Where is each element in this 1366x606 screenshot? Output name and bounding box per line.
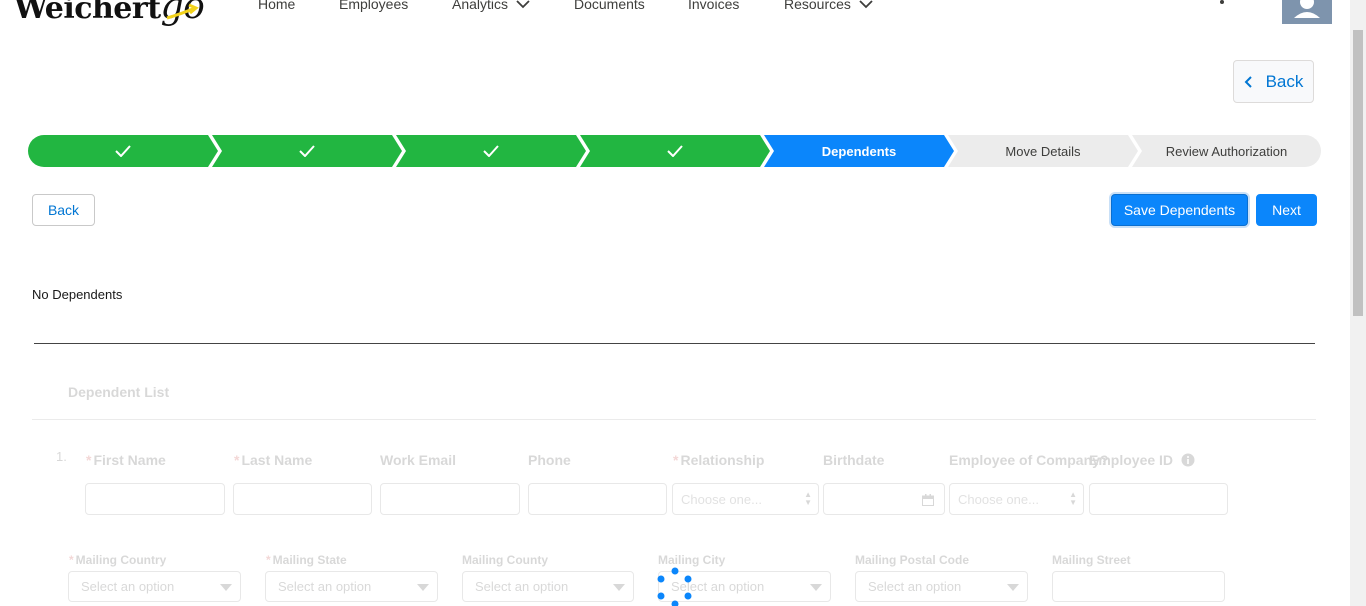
checkmark-icon — [667, 145, 683, 157]
path-step-move-details[interactable]: Move Details — [948, 135, 1138, 167]
last-name-input[interactable] — [233, 483, 372, 515]
mailing-country-label: * Mailing Country — [69, 553, 167, 567]
path-step-label: Dependents — [821, 143, 897, 159]
checkmark-icon — [299, 145, 315, 157]
top-navigation: Weichertgo Home Employees Analytics Docu… — [0, 0, 1350, 27]
logo-swoosh-icon — [166, 3, 199, 20]
nav-documents-label: Documents — [574, 0, 645, 12]
nav-employees[interactable]: Employees — [339, 0, 408, 12]
employee-id-input[interactable] — [1089, 483, 1228, 515]
row-number: 1. — [56, 449, 67, 464]
mailing-street-input[interactable] — [1052, 571, 1225, 602]
path-step-1[interactable] — [28, 135, 218, 167]
relationship-placeholder: Choose one... — [681, 491, 762, 507]
caret-down-icon — [810, 584, 822, 591]
nav-documents[interactable]: Documents — [574, 0, 645, 12]
nav-resources[interactable]: Resources — [784, 0, 873, 12]
nav-resources-label: Resources — [784, 0, 851, 12]
caret-down-icon — [417, 584, 429, 591]
nav-analytics[interactable]: Analytics — [452, 0, 530, 12]
nav-employees-label: Employees — [339, 0, 409, 12]
mailing-country-select[interactable]: Select an option — [68, 571, 241, 602]
work-email-label: Work Email — [380, 452, 456, 468]
caret-down-icon — [1007, 584, 1019, 591]
last-name-label-text: Last Name — [241, 452, 313, 468]
work-email-input[interactable] — [380, 483, 520, 515]
nav-analytics-label: Analytics — [452, 0, 509, 12]
save-dependents-button[interactable]: Save Dependents — [1111, 194, 1248, 226]
next-button[interactable]: Next — [1256, 194, 1317, 226]
user-avatar[interactable] — [1282, 0, 1332, 24]
mailing-country-label-text: Mailing Country — [75, 553, 167, 567]
last-name-label: * Last Name — [234, 452, 313, 468]
mailing-state-label-text: Mailing State — [272, 553, 347, 567]
mailing-postal-code-placeholder: Select an option — [868, 579, 962, 594]
phone-label: Phone — [528, 452, 571, 468]
mailing-city-label: Mailing City — [658, 553, 726, 567]
avatar-icon — [1294, 0, 1320, 18]
path-step-review-authorization[interactable]: Review Authorization — [1132, 135, 1321, 167]
mailing-county-placeholder: Select an option — [475, 579, 569, 594]
mailing-state-label: * Mailing State — [266, 553, 347, 567]
birthdate-label: Birthdate — [823, 452, 885, 468]
scrollbar-thumb[interactable] — [1353, 30, 1363, 316]
first-name-input[interactable] — [85, 483, 225, 515]
page-scrollbar[interactable] — [1350, 0, 1366, 606]
path-step-3[interactable] — [396, 135, 586, 167]
relationship-select[interactable]: Choose one... ▲ ▼ — [672, 483, 819, 515]
caret-down-icon — [220, 584, 232, 591]
nav-home[interactable]: Home — [258, 0, 295, 12]
progress-path: Dependents Move Details Review Authoriza… — [28, 135, 1321, 167]
back-button[interactable]: Back — [32, 194, 95, 226]
path-step-label: Move Details — [1005, 143, 1081, 159]
nav-home-label: Home — [258, 0, 296, 12]
mailing-county-select[interactable]: Select an option — [462, 571, 634, 602]
employee-of-company-label: Employee of Company? — [949, 452, 1109, 468]
caret-down-icon — [613, 584, 625, 591]
info-icon[interactable] — [1181, 453, 1195, 467]
relationship-label-text: Relationship — [680, 452, 765, 468]
mailing-postal-code-select[interactable]: Select an option — [855, 571, 1028, 602]
up-down-icon: ▲ ▼ — [1069, 490, 1077, 507]
mailing-county-label: Mailing County — [462, 553, 548, 567]
birthdate-input[interactable] — [823, 483, 945, 515]
employee-id-label-text: Employee ID — [1089, 452, 1174, 468]
chevron-left-icon — [1244, 75, 1252, 88]
chevron-down-icon — [859, 0, 873, 8]
path-step-4[interactable] — [580, 135, 770, 167]
path-step-label: Review Authorization — [1165, 143, 1288, 159]
path-step-dependents[interactable]: Dependents — [764, 135, 954, 167]
nav-invoices-label: Invoices — [688, 0, 740, 12]
section-divider — [34, 343, 1315, 344]
mailing-postal-code-label: Mailing Postal Code — [855, 553, 970, 567]
up-down-icon: ▲ ▼ — [804, 490, 812, 507]
nav-invoices[interactable]: Invoices — [688, 0, 739, 12]
first-name-label-text: First Name — [93, 452, 166, 468]
header-back-button[interactable]: Back — [1233, 60, 1314, 103]
checkmark-icon — [115, 145, 131, 157]
relationship-label: * Relationship — [673, 452, 765, 468]
loading-spinner-icon — [657, 567, 692, 606]
dependent-list-title: Dependent List — [68, 384, 170, 400]
first-name-label: * First Name — [86, 452, 166, 468]
logo-text: Weichert — [14, 0, 161, 26]
employee-id-label: Employee ID — [1089, 452, 1195, 468]
dependent-list-divider — [32, 419, 1316, 420]
mailing-street-label: Mailing Street — [1052, 553, 1131, 567]
notification-bell-icon[interactable] — [1212, 0, 1232, 6]
checkmark-icon — [483, 145, 499, 157]
mailing-country-placeholder: Select an option — [81, 579, 175, 594]
no-dependents-text: No Dependents — [32, 287, 123, 302]
mailing-state-select[interactable]: Select an option — [265, 571, 438, 602]
path-step-2[interactable] — [212, 135, 402, 167]
employee-of-company-select[interactable]: Choose one... ▲ ▼ — [949, 483, 1084, 515]
mailing-state-placeholder: Select an option — [278, 579, 372, 594]
calendar-icon[interactable] — [922, 494, 934, 506]
header-back-label: Back — [1265, 71, 1304, 91]
phone-input[interactable] — [528, 483, 667, 515]
chevron-down-icon — [516, 0, 530, 8]
employee-of-company-placeholder: Choose one... — [958, 491, 1039, 507]
